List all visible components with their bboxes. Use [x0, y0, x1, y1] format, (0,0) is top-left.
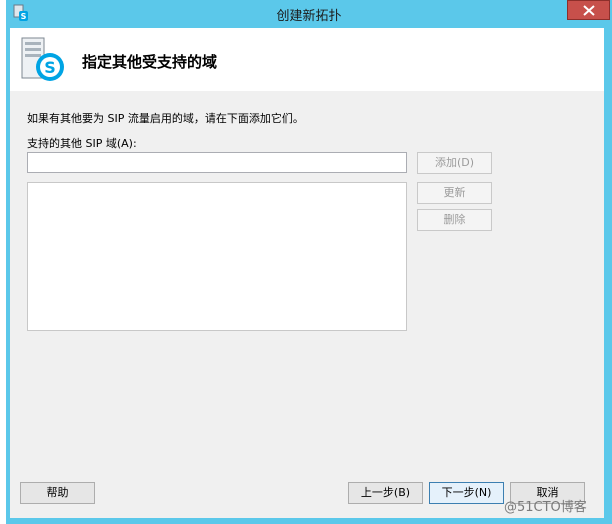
sip-domain-label: 支持的其他 SIP 域(A): [27, 137, 137, 150]
dialog-window: S 创建新拓扑 S 指定其他受支持的域 如果有其他要为 SIP 流量启用的域，请… [0, 0, 612, 524]
next-button[interactable]: 下一步(N) [429, 482, 504, 504]
page-title: 指定其他受支持的域 [82, 53, 218, 71]
sip-domains-list[interactable] [27, 182, 407, 331]
back-button[interactable]: 上一步(B) [348, 482, 423, 504]
svg-text:S: S [44, 58, 56, 77]
skype-server-icon: S [19, 36, 67, 84]
window-title: 创建新拓扑 [276, 9, 342, 24]
close-icon [583, 5, 595, 16]
background-strip [0, 0, 6, 524]
instruction-text: 如果有其他要为 SIP 流量启用的域，请在下面添加它们。 [27, 112, 304, 125]
help-button[interactable]: 帮助 [20, 482, 95, 504]
close-button[interactable] [567, 0, 610, 20]
wizard-header: S 指定其他受支持的域 [10, 28, 604, 91]
dialog-body: S 指定其他受支持的域 如果有其他要为 SIP 流量启用的域，请在下面添加它们。… [10, 28, 604, 518]
add-button[interactable]: 添加(D) [417, 152, 492, 174]
delete-button[interactable]: 删除 [417, 209, 492, 231]
title-bar[interactable]: S 创建新拓扑 [6, 0, 612, 28]
watermark: @51CTO博客 [504, 500, 587, 515]
sip-domain-input[interactable] [27, 152, 407, 173]
update-button[interactable]: 更新 [417, 182, 492, 204]
